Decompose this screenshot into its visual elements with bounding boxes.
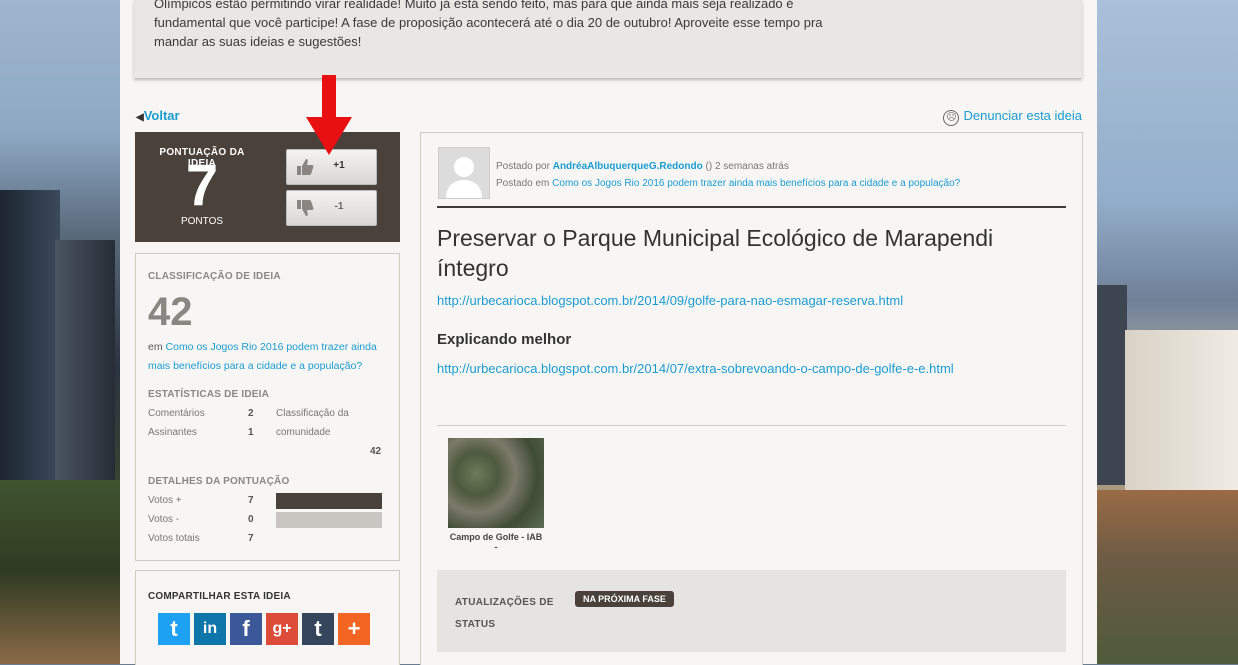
vote-up-label: +1 — [333, 160, 345, 171]
post-meta: Postado por AndréaAlbuquerqueG.Redondo (… — [496, 158, 960, 192]
background-city-right — [1097, 0, 1238, 664]
sad-face-icon: ☹ — [943, 110, 960, 126]
classification-rank: 42 — [148, 290, 193, 334]
linkedin-share-icon[interactable]: in — [194, 613, 226, 645]
classification-in-prefix: em — [148, 341, 163, 353]
idea-score-panel: PONTUAÇÃO DA IDEIA 7 PONTOS +1 -1 — [135, 132, 400, 242]
community-rank-label: Classificação da — [276, 408, 349, 419]
reference-link-2[interactable]: http://urbecarioca.blogspot.com.br/2014/… — [437, 361, 954, 376]
score-value: 7 — [185, 153, 219, 218]
votes-plus-label: Votos + — [148, 495, 182, 506]
posted-in-prefix: Postado em — [496, 178, 550, 189]
back-label: Voltar — [143, 108, 180, 123]
more-share-icon[interactable]: + — [338, 613, 370, 645]
page-content: Olímpicos estão permitindo virar realida… — [120, 0, 1097, 665]
votes-plus-value: 7 — [248, 495, 254, 506]
intro-banner: Olímpicos estão permitindo virar realida… — [134, 0, 1082, 78]
background-building — [0, 190, 60, 490]
status-badge: NA PRÓXIMA FASE — [575, 591, 674, 607]
idea-subheading: Explicando melhor — [437, 331, 572, 348]
classification-heading: CLASSIFICAÇÃO DE IDEIA — [148, 271, 281, 282]
challenge-link[interactable]: Como os Jogos Rio 2016 podem trazer aind… — [148, 341, 377, 372]
vote-down-label: -1 — [334, 201, 344, 212]
votes-total-label: Votos totais — [148, 533, 200, 544]
score-unit: PONTOS — [180, 216, 224, 227]
attachment-caption: Campo de Golfe - IAB - — [449, 532, 543, 552]
votes-minus-bar — [276, 512, 382, 528]
twitter-share-icon[interactable]: t — [158, 613, 190, 645]
idea-classification-panel: CLASSIFICAÇÃO DE IDEIA 42 em Como os Jog… — [135, 253, 400, 561]
background-building — [1097, 285, 1127, 485]
votes-minus-label: Votos - — [148, 514, 180, 525]
votes-minus-value: 0 — [248, 514, 254, 525]
posted-by-line: Postado por AndréaAlbuquerqueG.Redondo (… — [496, 158, 960, 175]
default-user-icon — [439, 148, 489, 198]
author-avatar[interactable] — [438, 147, 490, 199]
comments-value: 2 — [248, 408, 254, 419]
thumbs-up-icon — [297, 159, 314, 175]
tumblr-share-icon[interactable]: t — [302, 613, 334, 645]
posted-in-link[interactable]: Como os Jogos Rio 2016 podem trazer aind… — [552, 178, 960, 189]
subscribers-label: Assinantes — [148, 427, 197, 438]
classification-context: em Como os Jogos Rio 2016 podem trazer a… — [148, 338, 388, 376]
back-link[interactable]: ◀Voltar — [136, 108, 180, 123]
posted-by-suffix: () 2 semanas atrás — [705, 161, 789, 172]
header-divider — [437, 206, 1066, 208]
subscribers-value: 1 — [248, 427, 254, 438]
background-rooftops — [1097, 490, 1238, 664]
report-label: Denunciar esta ideia — [963, 108, 1082, 123]
red-arrow-annotation-icon — [306, 75, 352, 155]
background-building — [1125, 330, 1238, 500]
status-updates-bar: ATUALIZAÇÕES DE STATUS NA PRÓXIMA FASE — [437, 570, 1066, 652]
background-trees — [0, 480, 120, 664]
vote-down-button[interactable]: -1 — [286, 190, 377, 226]
idea-detail-panel: Postado por AndréaAlbuquerqueG.Redondo (… — [420, 132, 1083, 665]
attachment-thumbnail[interactable] — [448, 438, 544, 528]
content-divider — [437, 425, 1066, 426]
back-arrow-icon: ◀ — [136, 112, 144, 123]
banner-text: Olímpicos estão permitindo virar realida… — [154, 0, 823, 49]
share-heading: COMPARTILHAR ESTA IDEIA — [148, 591, 291, 602]
share-panel: COMPARTILHAR ESTA IDEIA t in f g+ t + — [135, 570, 400, 665]
votes-plus-bar — [276, 493, 382, 509]
votes-total-value: 7 — [248, 533, 254, 544]
facebook-share-icon[interactable]: f — [230, 613, 262, 645]
author-link[interactable]: AndréaAlbuquerqueG.Redondo — [553, 161, 703, 172]
google-plus-share-icon[interactable]: g+ — [266, 613, 298, 645]
stats-heading: ESTATÍSTICAS DE IDEIA — [148, 389, 270, 400]
community-rank-label-2: comunidade — [276, 427, 331, 438]
background-city-left — [0, 0, 120, 664]
idea-title: Preservar o Parque Municipal Ecológico d… — [437, 225, 994, 281]
background-building — [55, 240, 115, 480]
thumbs-down-icon — [297, 200, 314, 216]
posted-in-line: Postado em Como os Jogos Rio 2016 podem … — [496, 175, 960, 192]
reference-link-1[interactable]: http://urbecarioca.blogspot.com.br/2014/… — [437, 293, 903, 308]
report-idea-link[interactable]: ☹ Denunciar esta ideia — [943, 108, 1082, 126]
community-rank-value: 42 — [370, 446, 382, 457]
score-details-heading: DETALHES DA PONTUAÇÃO — [148, 476, 290, 487]
status-label: ATUALIZAÇÕES DE STATUS — [455, 597, 554, 630]
comments-label: Comentários — [148, 408, 205, 419]
votes-plus-bar-fill — [276, 493, 382, 509]
posted-by-prefix: Postado por — [496, 161, 550, 172]
